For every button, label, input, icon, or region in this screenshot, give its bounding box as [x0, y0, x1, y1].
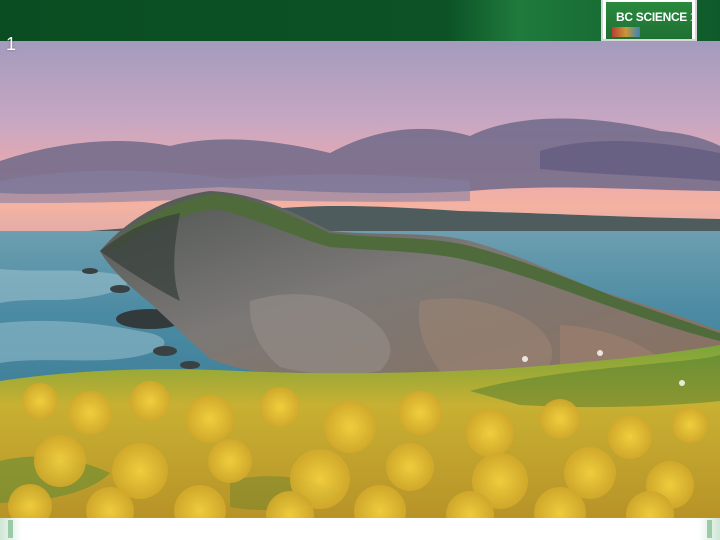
landscape-photo — [0, 41, 720, 518]
footer-bar — [0, 518, 720, 540]
book-title: BC SCIENCE 10 — [616, 10, 692, 24]
header-bar: BC SCIENCE 10 — [0, 0, 720, 41]
slide-number: 1 — [6, 34, 17, 54]
footer-accent-right — [698, 518, 720, 540]
book-cover-art: BC SCIENCE 10 — [606, 2, 692, 39]
book-cover-icon: BC SCIENCE 10 — [601, 0, 697, 41]
book-title-prefix: BC SCIENCE — [616, 10, 691, 24]
book-title-number: 10 — [690, 10, 692, 24]
footer-accent-left — [0, 518, 22, 540]
landscape-illustration — [0, 41, 720, 518]
book-cover-stripe — [612, 27, 640, 37]
